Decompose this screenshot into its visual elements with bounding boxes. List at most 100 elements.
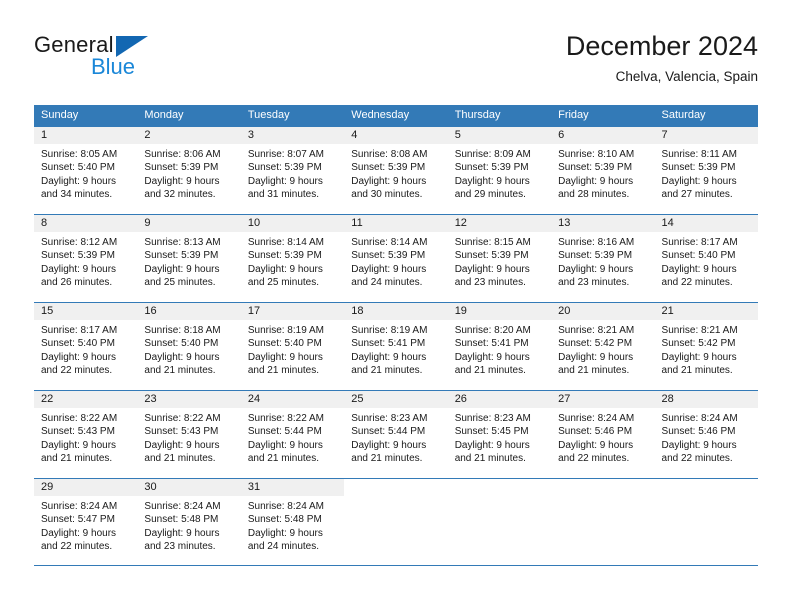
- sunrise-text: Sunrise: 8:24 AM: [41, 501, 118, 512]
- daylight-text-line1: Daylight: 9 hours: [144, 527, 220, 539]
- day-cell[interactable]: 17 Sunrise: 8:19 AM Sunset: 5:40 PM Dayl…: [240, 303, 345, 390]
- daylight-text-line2: and 22 minutes.: [661, 277, 733, 289]
- day-cell[interactable]: 6 Sunrise: 8:10 AM Sunset: 5:39 PM Dayli…: [551, 127, 655, 214]
- day-cell[interactable]: 8 Sunrise: 8:12 AM Sunset: 5:39 PM Dayli…: [34, 215, 138, 302]
- sunset-text: Sunset: 5:46 PM: [558, 426, 633, 438]
- daylight-text-line1: Daylight: 9 hours: [661, 175, 737, 187]
- day-cell[interactable]: 25 Sunrise: 8:23 AM Sunset: 5:44 PM Dayl…: [344, 391, 448, 478]
- day-cell[interactable]: 13 Sunrise: 8:16 AM Sunset: 5:39 PM Dayl…: [551, 215, 655, 302]
- sunrise-text: Sunrise: 8:19 AM: [351, 325, 428, 336]
- weekday-header-row: Sunday Monday Tuesday Wednesday Thursday…: [34, 105, 758, 126]
- day-number: 26: [447, 391, 552, 408]
- day-cell[interactable]: 3 Sunrise: 8:07 AM Sunset: 5:39 PM Dayli…: [240, 127, 345, 214]
- day-number: 8: [34, 215, 138, 232]
- day-details: Sunrise: 8:24 AM Sunset: 5:47 PM Dayligh…: [34, 496, 137, 554]
- day-cell[interactable]: 16 Sunrise: 8:18 AM Sunset: 5:40 PM Dayl…: [137, 303, 241, 390]
- sunset-text: Sunset: 5:47 PM: [41, 514, 115, 526]
- day-number: 21: [654, 303, 758, 320]
- day-cell[interactable]: 12 Sunrise: 8:15 AM Sunset: 5:39 PM Dayl…: [447, 215, 552, 302]
- day-cell[interactable]: 20 Sunrise: 8:21 AM Sunset: 5:42 PM Dayl…: [551, 303, 655, 390]
- weekday-header-sunday: Sunday: [41, 109, 79, 121]
- day-number: 18: [344, 303, 448, 320]
- daylight-text-line2: and 30 minutes.: [351, 189, 423, 201]
- sunrise-text: Sunrise: 8:23 AM: [351, 413, 428, 424]
- week-row: 29 Sunrise: 8:24 AM Sunset: 5:47 PM Dayl…: [34, 478, 758, 566]
- day-cell[interactable]: 27 Sunrise: 8:24 AM Sunset: 5:46 PM Dayl…: [551, 391, 655, 478]
- sunset-text: Sunset: 5:44 PM: [351, 426, 426, 438]
- daylight-text-line2: and 22 minutes.: [558, 453, 630, 465]
- sunrise-text: Sunrise: 8:11 AM: [661, 149, 737, 160]
- day-cell-empty: [551, 479, 655, 565]
- day-details: Sunrise: 8:23 AM Sunset: 5:44 PM Dayligh…: [344, 408, 447, 466]
- daylight-text-line2: and 24 minutes.: [247, 541, 320, 553]
- day-details: Sunrise: 8:19 AM Sunset: 5:40 PM Dayligh…: [241, 320, 344, 378]
- weekday-header-tuesday: Tuesday: [247, 109, 290, 121]
- day-cell[interactable]: 24 Sunrise: 8:22 AM Sunset: 5:44 PM Dayl…: [240, 391, 345, 478]
- day-cell[interactable]: 28 Sunrise: 8:24 AM Sunset: 5:46 PM Dayl…: [654, 391, 758, 478]
- day-number: [447, 479, 552, 496]
- day-details: Sunrise: 8:22 AM Sunset: 5:43 PM Dayligh…: [34, 408, 137, 466]
- day-cell[interactable]: 19 Sunrise: 8:20 AM Sunset: 5:41 PM Dayl…: [447, 303, 552, 390]
- day-cell[interactable]: 5 Sunrise: 8:09 AM Sunset: 5:39 PM Dayli…: [447, 127, 552, 214]
- general-blue-logo[interactable]: General Blue: [34, 33, 294, 89]
- day-cell[interactable]: 2 Sunrise: 8:06 AM Sunset: 5:39 PM Dayli…: [137, 127, 241, 214]
- daylight-text-line1: Daylight: 9 hours: [247, 527, 323, 539]
- day-cell[interactable]: 18 Sunrise: 8:19 AM Sunset: 5:41 PM Dayl…: [344, 303, 448, 390]
- day-cell[interactable]: 30 Sunrise: 8:24 AM Sunset: 5:48 PM Dayl…: [137, 479, 241, 565]
- day-cell[interactable]: 22 Sunrise: 8:22 AM Sunset: 5:43 PM Dayl…: [34, 391, 138, 478]
- day-details: Sunrise: 8:11 AM Sunset: 5:39 PM Dayligh…: [655, 144, 758, 202]
- daylight-text-line2: and 22 minutes.: [41, 541, 113, 553]
- day-cell[interactable]: 1 Sunrise: 8:05 AM Sunset: 5:40 PM Dayli…: [34, 127, 138, 214]
- day-details: Sunrise: 8:22 AM Sunset: 5:43 PM Dayligh…: [137, 408, 240, 466]
- sunset-text: Sunset: 5:46 PM: [661, 426, 736, 438]
- day-cell[interactable]: 14 Sunrise: 8:17 AM Sunset: 5:40 PM Dayl…: [654, 215, 758, 302]
- day-details: Sunrise: 8:16 AM Sunset: 5:39 PM Dayligh…: [551, 232, 654, 290]
- day-cell[interactable]: 10 Sunrise: 8:14 AM Sunset: 5:39 PM Dayl…: [240, 215, 345, 302]
- daylight-text-line1: Daylight: 9 hours: [351, 351, 427, 363]
- day-number: 7: [654, 127, 758, 144]
- daylight-text-line1: Daylight: 9 hours: [247, 439, 323, 451]
- day-number: 20: [551, 303, 655, 320]
- day-cell[interactable]: 15 Sunrise: 8:17 AM Sunset: 5:40 PM Dayl…: [34, 303, 138, 390]
- day-cell[interactable]: 29 Sunrise: 8:24 AM Sunset: 5:47 PM Dayl…: [34, 479, 138, 565]
- page-header: General Blue December 2024 Chelva, Valen…: [0, 0, 792, 100]
- sunrise-text: Sunrise: 8:20 AM: [454, 325, 531, 336]
- day-number: 28: [654, 391, 758, 408]
- day-cell[interactable]: 7 Sunrise: 8:11 AM Sunset: 5:39 PM Dayli…: [654, 127, 758, 214]
- day-details: Sunrise: 8:14 AM Sunset: 5:39 PM Dayligh…: [241, 232, 344, 290]
- day-cell[interactable]: 26 Sunrise: 8:23 AM Sunset: 5:45 PM Dayl…: [447, 391, 552, 478]
- day-cell[interactable]: 4 Sunrise: 8:08 AM Sunset: 5:39 PM Dayli…: [344, 127, 448, 214]
- sunset-text: Sunset: 5:40 PM: [41, 162, 115, 174]
- sunset-text: Sunset: 5:39 PM: [558, 162, 633, 174]
- sunset-text: Sunset: 5:39 PM: [144, 250, 219, 262]
- daylight-text-line1: Daylight: 9 hours: [454, 175, 530, 187]
- sunset-text: Sunset: 5:48 PM: [247, 514, 322, 526]
- sunrise-text: Sunrise: 8:16 AM: [558, 237, 635, 248]
- day-cell[interactable]: 9 Sunrise: 8:13 AM Sunset: 5:39 PM Dayli…: [137, 215, 241, 302]
- day-number: 11: [344, 215, 448, 232]
- day-cell[interactable]: 31 Sunrise: 8:24 AM Sunset: 5:48 PM Dayl…: [240, 479, 345, 565]
- sunrise-text: Sunrise: 8:10 AM: [558, 149, 635, 160]
- sunset-text: Sunset: 5:39 PM: [454, 162, 529, 174]
- daylight-text-line1: Daylight: 9 hours: [41, 263, 117, 275]
- week-row: 15 Sunrise: 8:17 AM Sunset: 5:40 PM Dayl…: [34, 302, 758, 390]
- day-cell[interactable]: 11 Sunrise: 8:14 AM Sunset: 5:39 PM Dayl…: [344, 215, 448, 302]
- day-number: [551, 479, 655, 496]
- daylight-text-line2: and 23 minutes.: [558, 277, 630, 289]
- day-cell[interactable]: 21 Sunrise: 8:21 AM Sunset: 5:42 PM Dayl…: [654, 303, 758, 390]
- day-details: Sunrise: 8:17 AM Sunset: 5:40 PM Dayligh…: [34, 320, 137, 378]
- sunset-text: Sunset: 5:39 PM: [247, 162, 322, 174]
- sunset-text: Sunset: 5:39 PM: [454, 250, 529, 262]
- sunrise-text: Sunrise: 8:24 AM: [247, 501, 324, 512]
- daylight-text-line2: and 34 minutes.: [41, 189, 113, 201]
- day-cell[interactable]: 23 Sunrise: 8:22 AM Sunset: 5:43 PM Dayl…: [137, 391, 241, 478]
- daylight-text-line2: and 29 minutes.: [454, 189, 526, 201]
- daylight-text-line2: and 21 minutes.: [247, 365, 320, 377]
- day-details: Sunrise: 8:23 AM Sunset: 5:45 PM Dayligh…: [448, 408, 551, 466]
- daylight-text-line1: Daylight: 9 hours: [41, 351, 117, 363]
- day-number: 23: [137, 391, 241, 408]
- daylight-text-line2: and 31 minutes.: [247, 189, 320, 201]
- daylight-text-line2: and 27 minutes.: [661, 189, 733, 201]
- sunset-text: Sunset: 5:43 PM: [41, 426, 115, 438]
- sunset-text: Sunset: 5:41 PM: [454, 338, 529, 350]
